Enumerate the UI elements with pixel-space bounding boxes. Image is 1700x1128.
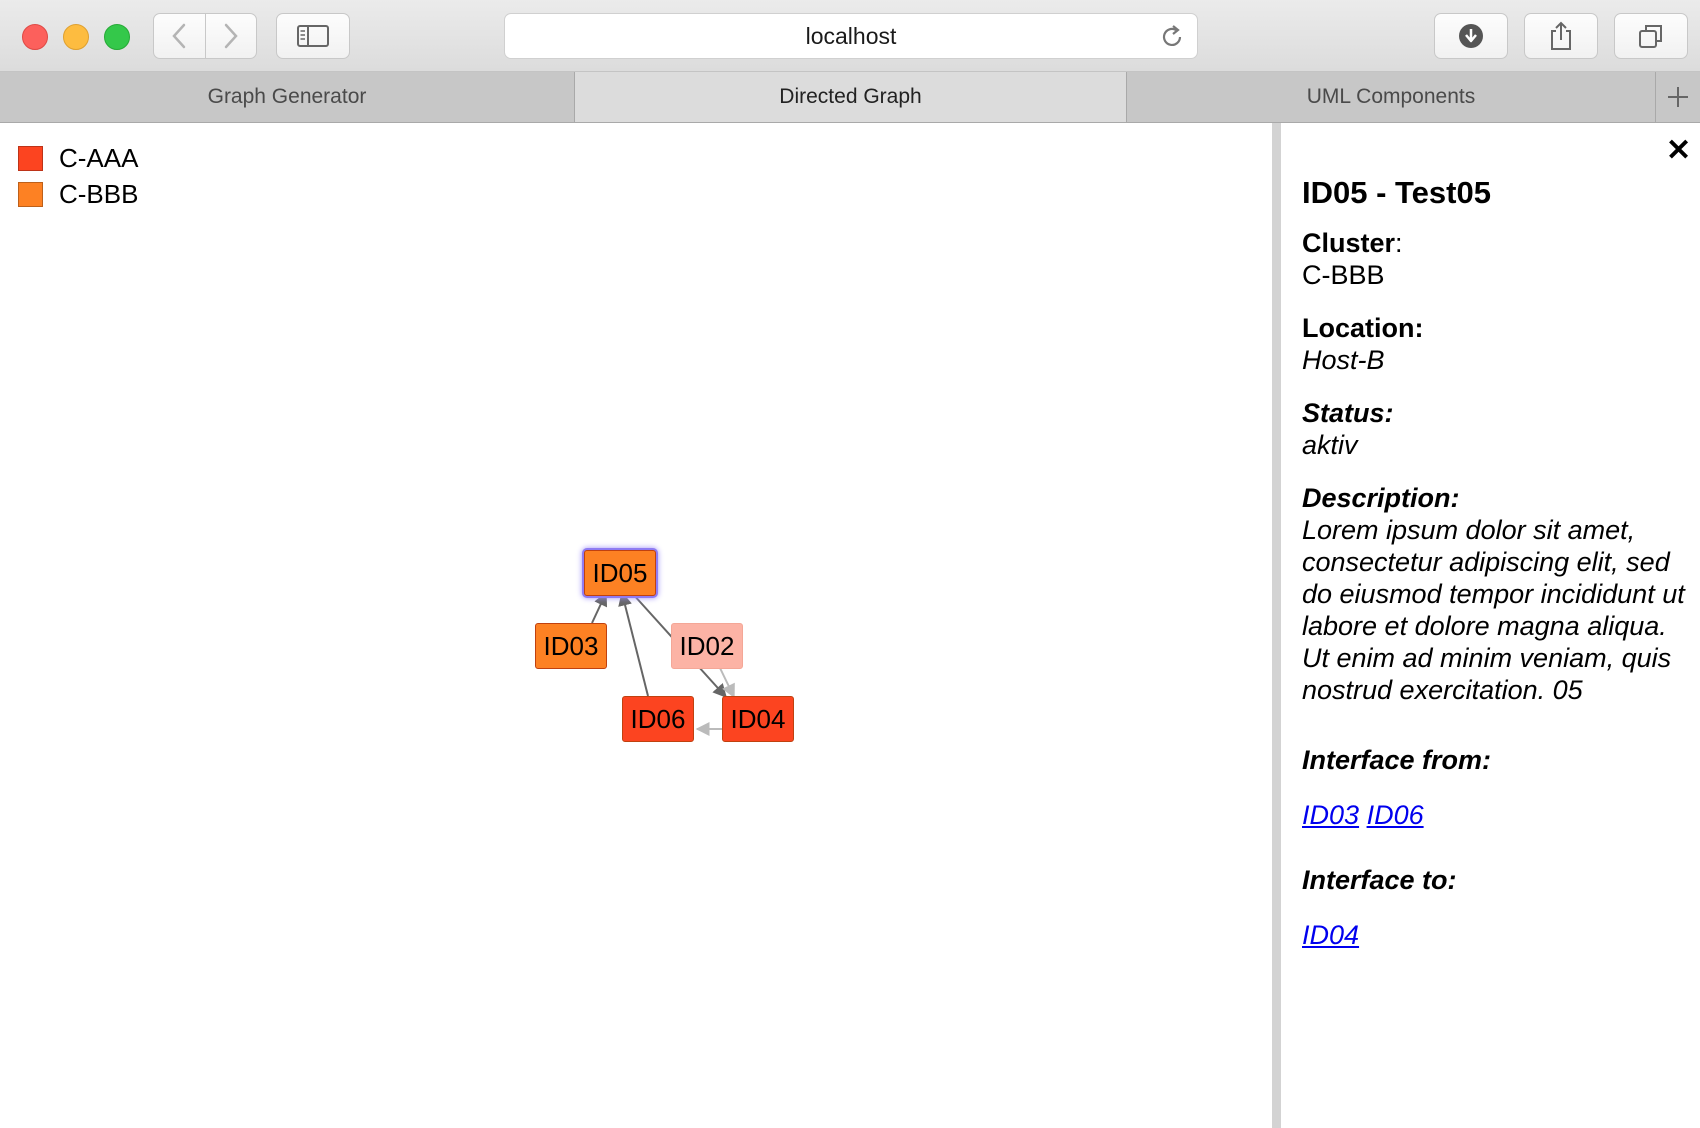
download-icon: [1459, 24, 1483, 48]
panel-title: ID05 - Test05: [1302, 175, 1491, 210]
address-text: localhost: [805, 22, 897, 49]
window-zoom-button[interactable]: [104, 24, 130, 50]
graph-edge: [618, 591, 649, 697]
graph-node-id03[interactable]: ID03: [535, 623, 607, 669]
description-label: Description:: [1302, 483, 1460, 513]
interface-from-link[interactable]: ID03: [1302, 800, 1359, 830]
graph-edge: [591, 591, 608, 624]
legend-item: C-BBB: [18, 176, 138, 212]
legend-label: C-BBB: [59, 178, 139, 209]
legend-item: C-AAA: [18, 140, 138, 176]
location-value: Host-B: [1302, 345, 1385, 375]
legend-swatch-c-aaa: [18, 145, 43, 171]
tab-bar: Graph Generator Directed Graph UML Compo…: [0, 72, 1700, 123]
cluster-colon: :: [1395, 228, 1403, 258]
graph-edges: [591, 591, 735, 736]
graph-node-id06[interactable]: ID06: [622, 696, 694, 742]
status-value: aktiv: [1302, 430, 1358, 460]
description-field: Description: Lorem ipsum dolor sit amet,…: [1302, 482, 1692, 706]
tab-uml-components[interactable]: UML Components: [1127, 72, 1656, 122]
interface-to-field: Interface to: ID04: [1302, 864, 1692, 951]
legend-swatch-c-bbb: [18, 181, 43, 207]
details-panel: ✕ ID05 - Test05 Cluster: C-BBB Location:…: [1302, 123, 1700, 1128]
status-label: Status:: [1302, 398, 1394, 428]
share-button[interactable]: [1524, 13, 1598, 59]
location-label: Location:: [1302, 313, 1424, 343]
graph-node-id04[interactable]: ID04: [722, 696, 794, 742]
share-icon: [1551, 21, 1571, 50]
page-content: ID05 ID03 ID02 ID06 ID04 C-AAA C-BBB ✕ ID05 …: [0, 123, 1700, 1128]
chevron-left-icon: [172, 23, 186, 49]
graph-canvas[interactable]: ID05 ID03 ID02 ID06 ID04: [0, 123, 1272, 1128]
tab-directed-graph[interactable]: Directed Graph: [575, 72, 1127, 122]
chevron-right-icon: [224, 23, 238, 49]
window-close-button[interactable]: [22, 24, 48, 50]
address-bar[interactable]: localhost: [504, 13, 1198, 59]
plus-icon: [1668, 87, 1688, 107]
interface-from-label: Interface from:: [1302, 745, 1492, 775]
cluster-legend: C-AAA C-BBB: [18, 140, 138, 212]
tabs-icon: [1639, 25, 1662, 48]
sidebar-icon: [297, 25, 329, 47]
browser-toolbar: localhost: [0, 0, 1700, 72]
interface-to-link[interactable]: ID04: [1302, 920, 1359, 950]
graph-node-id02[interactable]: ID02: [671, 623, 743, 669]
graph-node-id05[interactable]: ID05: [584, 550, 656, 596]
tab-graph-generator[interactable]: Graph Generator: [0, 72, 575, 122]
status-field: Status: aktiv: [1302, 397, 1692, 461]
tab-overview-button[interactable]: [1614, 13, 1688, 59]
interface-from-link[interactable]: ID06: [1367, 800, 1424, 830]
cluster-label: Cluster: [1302, 228, 1396, 258]
cluster-field: Cluster: C-BBB: [1302, 227, 1692, 291]
interface-to-label: Interface to:: [1302, 865, 1457, 895]
location-field: Location: Host-B: [1302, 312, 1692, 376]
cluster-value: C-BBB: [1302, 260, 1385, 290]
back-button[interactable]: [154, 14, 205, 58]
panel-resize-handle[interactable]: [1272, 123, 1281, 1128]
legend-label: C-AAA: [59, 142, 139, 173]
navigation-buttons: [153, 13, 257, 59]
interface-from-field: Interface from: ID03 ID06: [1302, 744, 1692, 831]
window-minimize-button[interactable]: [63, 24, 89, 50]
description-value: Lorem ipsum dolor sit amet, consectetur …: [1302, 515, 1685, 705]
new-tab-button[interactable]: [1656, 72, 1700, 122]
sidebar-toggle-button[interactable]: [276, 13, 350, 59]
downloads-button[interactable]: [1434, 13, 1508, 59]
close-icon[interactable]: ✕: [1666, 136, 1691, 166]
forward-button[interactable]: [204, 14, 256, 58]
reload-icon[interactable]: [1159, 24, 1185, 50]
